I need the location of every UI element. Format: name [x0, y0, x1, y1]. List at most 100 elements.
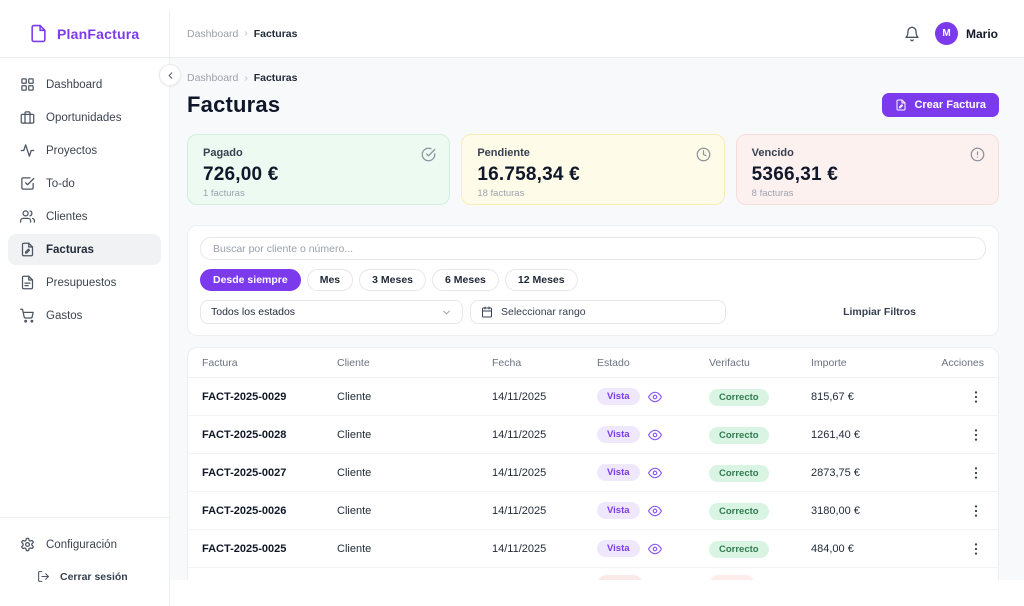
column-header-verifactu: Verifactu [709, 357, 811, 369]
status-select[interactable]: Todos los estados [200, 300, 463, 324]
users-icon [20, 209, 35, 224]
sidebar-item-facturas[interactable]: Facturas [8, 234, 161, 265]
chevron-left-icon [165, 70, 176, 81]
invoice-number: FACT-2025-0027 [202, 467, 337, 479]
breadcrumb-root[interactable]: Dashboard [187, 72, 238, 84]
sidebar-item-label: Configuración [46, 539, 117, 551]
status-badge: Vista [597, 464, 640, 481]
sidebar-item-gastos[interactable]: Gastos [8, 300, 161, 331]
activity-icon [20, 143, 35, 158]
check-square-icon [20, 176, 35, 191]
table-header: Factura Cliente Fecha Estado Verifactu I… [188, 348, 998, 378]
period-pill-mes[interactable]: Mes [307, 269, 353, 291]
calendar-icon [481, 306, 493, 318]
table-row[interactable]: FACT-2025-0028 Cliente 14/11/2025 Vista … [188, 416, 998, 454]
filter-bottom-row: Todos los estados Seleccionar rango Limp… [200, 300, 986, 324]
client-name: Cliente [337, 429, 492, 441]
invoices-table: Factura Cliente Fecha Estado Verifactu I… [187, 347, 999, 580]
period-filter: Desde siempre Mes 3 Meses 6 Meses 12 Mes… [200, 269, 986, 291]
top-bar: PlanFactura Dashboard › Facturas M Mario [0, 10, 1024, 58]
bell-icon[interactable] [904, 26, 920, 42]
sidebar-item-label: Clientes [46, 211, 88, 223]
sidebar-item-proyectos[interactable]: Proyectos [8, 135, 161, 166]
client-name: Cliente [337, 505, 492, 517]
period-pill-12-meses[interactable]: 12 Meses [505, 269, 578, 291]
column-header-fecha: Fecha [492, 357, 597, 369]
date-range-picker[interactable]: Seleccionar rango [470, 300, 726, 324]
column-header-importe: Importe [811, 357, 931, 369]
period-pill-3-meses[interactable]: 3 Meses [359, 269, 426, 291]
column-header-estado: Estado [597, 357, 709, 369]
card-pendiente: Pendiente 16.758,34 € 18 facturas [461, 134, 724, 205]
card-count: 18 facturas [477, 188, 708, 199]
clock-icon [696, 147, 711, 162]
sidebar-item-dashboard[interactable]: Dashboard [8, 69, 161, 100]
sidebar-item-label: Proyectos [46, 145, 97, 157]
invoice-number: FACT-2025-0029 [202, 391, 337, 403]
sidebar-item-todo[interactable]: To-do [8, 168, 161, 199]
breadcrumb-current: Facturas [254, 72, 298, 84]
sidebar-item-clientes[interactable]: Clientes [8, 201, 161, 232]
client-name: Cliente [337, 543, 492, 555]
sidebar-item-presupuestos[interactable]: Presupuestos [8, 267, 161, 298]
sidebar: Dashboard Oportunidades Proyectos To-do … [0, 58, 170, 606]
sidebar-item-configuracion[interactable]: Configuración [8, 529, 161, 560]
row-actions-menu-icon[interactable] [968, 389, 984, 405]
verifactu-badge: Correcto [709, 389, 769, 406]
brand-logo[interactable]: PlanFactura [0, 10, 170, 57]
eye-icon[interactable] [648, 428, 662, 442]
briefcase-icon [20, 110, 35, 125]
sidebar-item-label: To-do [46, 178, 75, 190]
invoice-date: 14/11/2025 [492, 391, 597, 403]
search-input[interactable] [200, 237, 986, 260]
sidebar-item-oportunidades[interactable]: Oportunidades [8, 102, 161, 133]
card-label: Pendiente [477, 147, 708, 159]
invoice-date: 14/11/2025 [492, 429, 597, 441]
grid-icon [20, 77, 35, 92]
table-row[interactable]: FACT-2025-0025 Cliente 14/11/2025 Vista … [188, 530, 998, 568]
card-count: 8 facturas [752, 188, 983, 199]
create-invoice-button[interactable]: Crear Factura [882, 93, 999, 117]
period-pill-6-meses[interactable]: 6 Meses [432, 269, 499, 291]
user-menu[interactable]: M Mario [935, 22, 998, 45]
table-row[interactable]: FACT-2025-0027 Cliente 14/11/2025 Vista … [188, 454, 998, 492]
invoice-date: 14/11/2025 [492, 505, 597, 517]
sidebar-item-label: Oportunidades [46, 112, 121, 124]
user-name: Mario [966, 27, 998, 41]
body-row: Dashboard Oportunidades Proyectos To-do … [0, 58, 1024, 606]
column-header-factura: Factura [202, 357, 337, 369]
card-vencido: Vencido 5366,31 € 8 facturas [736, 134, 999, 205]
file-text-icon [20, 275, 35, 290]
breadcrumb-current: Facturas [254, 28, 298, 40]
status-badge: Vista [597, 540, 640, 557]
row-actions-menu-icon[interactable] [968, 465, 984, 481]
client-name: Cliente [337, 467, 492, 479]
page-title: Facturas [187, 92, 280, 118]
card-pagado: Pagado 726,00 € 1 facturas [187, 134, 450, 205]
row-actions-menu-icon[interactable] [968, 541, 984, 557]
period-pill-desde-siempre[interactable]: Desde siempre [200, 269, 301, 291]
sidebar-item-label: Presupuestos [46, 277, 116, 289]
card-count: 1 facturas [203, 188, 434, 199]
title-row: Facturas Crear Factura [187, 92, 999, 118]
sidebar-item-label: Dashboard [46, 79, 102, 91]
logout-button[interactable]: Cerrar sesión [0, 561, 169, 592]
clear-filters-button[interactable]: Limpiar Filtros [843, 306, 916, 318]
sidebar-footer: Configuración Cerrar sesión [0, 517, 169, 606]
breadcrumb-root[interactable]: Dashboard [187, 28, 238, 40]
sidebar-collapse-button[interactable] [159, 64, 181, 86]
eye-icon[interactable] [648, 466, 662, 480]
table-row[interactable]: FACT-2025-0029 Cliente 14/11/2025 Vista … [188, 378, 998, 416]
column-header-acciones: Acciones [931, 357, 984, 369]
card-amount: 5366,31 € [752, 164, 983, 186]
table-row[interactable]: FACT-2025-0026 Cliente 14/11/2025 Vista … [188, 492, 998, 530]
page-breadcrumb: Dashboard › Facturas [187, 72, 999, 84]
eye-icon[interactable] [648, 542, 662, 556]
invoice-amount: 3180,00 € [811, 505, 931, 517]
verifactu-badge: Correcto [709, 541, 769, 558]
row-actions-menu-icon[interactable] [968, 427, 984, 443]
eye-icon[interactable] [648, 390, 662, 404]
eye-icon[interactable] [648, 504, 662, 518]
row-actions-menu-icon[interactable] [968, 503, 984, 519]
card-label: Vencido [752, 147, 983, 159]
